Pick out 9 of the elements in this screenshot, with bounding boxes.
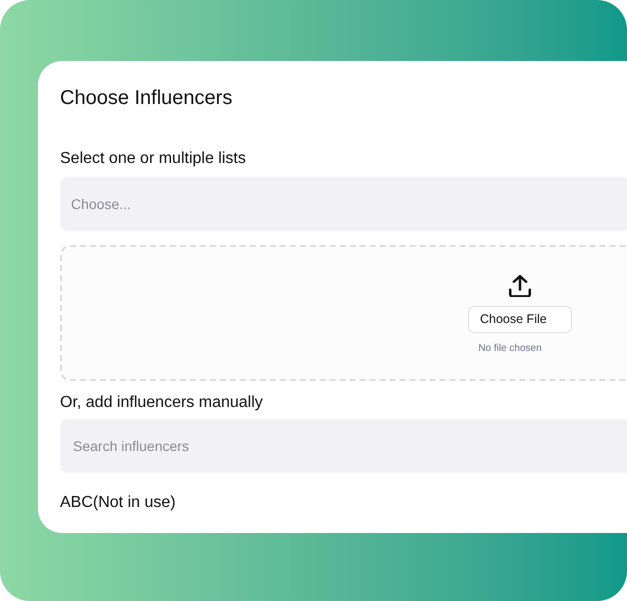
section-label: ABC(Not in use)	[60, 493, 177, 513]
manual-label: Or, add influencers manually	[60, 393, 264, 413]
upload-icon	[509, 275, 531, 297]
dialog-title: Choose Influencers	[60, 86, 234, 111]
file-status: No file chosen	[478, 342, 543, 356]
search-field[interactable]: Search influencers	[60, 419, 627, 473]
choose-file-button[interactable]: Choose File	[468, 306, 572, 333]
file-dropzone[interactable]: Choose File No file chosen	[60, 245, 627, 381]
lists-label: Select one or multiple lists	[60, 149, 247, 169]
